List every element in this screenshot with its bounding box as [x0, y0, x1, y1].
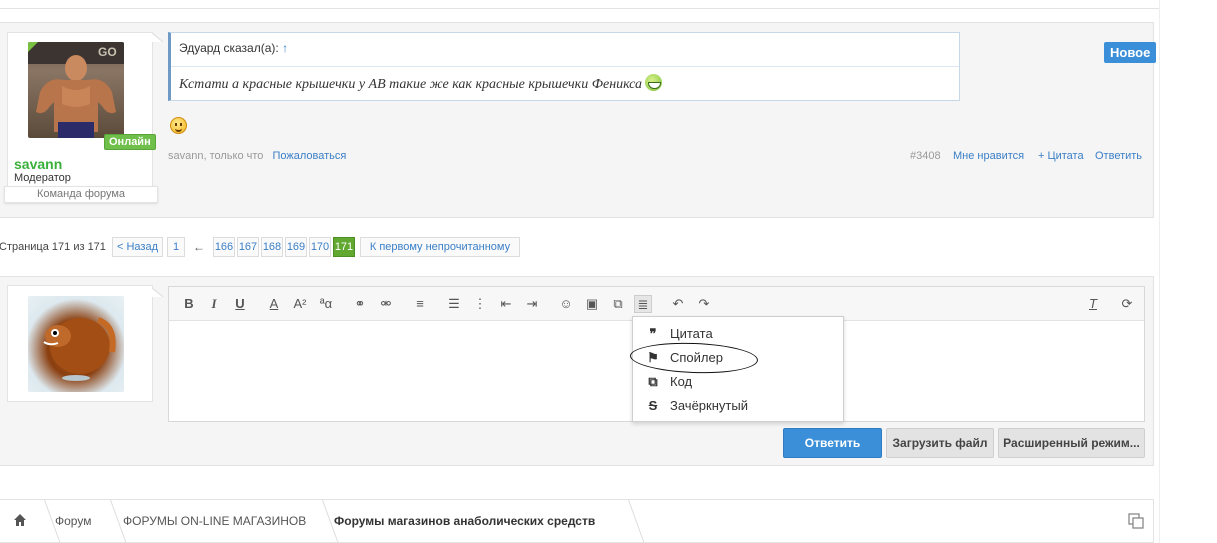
user-card-pointer: [151, 287, 164, 297]
code-icon: ⧉: [648, 374, 658, 389]
username-link[interactable]: savann: [14, 156, 62, 172]
user-card-pointer: [151, 32, 164, 42]
page-link[interactable]: 166: [213, 237, 235, 257]
home-icon[interactable]: [13, 513, 27, 527]
bold-icon[interactable]: B: [180, 295, 198, 313]
breadcrumb-separator: [617, 500, 645, 542]
quote-author: Эдуард сказал(а):: [179, 41, 279, 55]
smilies-icon[interactable]: ☺: [557, 295, 575, 313]
numbered-list-icon[interactable]: ⋮: [471, 295, 489, 313]
text-color-icon[interactable]: A: [265, 295, 283, 313]
indent-icon[interactable]: ⇥: [523, 295, 541, 313]
post-author-time: savann, только что: [168, 150, 264, 162]
menu-item-strikethrough[interactable]: S Зачёркнутый: [633, 394, 843, 418]
menu-item-quote[interactable]: ❞ Цитата: [633, 322, 843, 346]
advanced-mode-button[interactable]: Расширенный режим...: [998, 428, 1145, 458]
breadcrumb: Форум ФОРУМЫ ON-LINE МАГАЗИНОВ Форумы ма…: [0, 499, 1154, 543]
page-link[interactable]: 170: [309, 237, 331, 257]
quote-divider: [171, 66, 959, 67]
page-link[interactable]: 168: [261, 237, 283, 257]
svg-text:GO: GO: [98, 45, 117, 59]
quote-source-link[interactable]: ↑: [282, 41, 288, 55]
undo-icon[interactable]: ↶: [669, 295, 687, 313]
breadcrumb-item-forum[interactable]: Форум: [55, 500, 91, 542]
prev-page-button[interactable]: < Назад: [112, 237, 163, 257]
smile-smiley-icon: [170, 117, 187, 134]
bodybuilder-photo-icon: GO: [28, 42, 124, 138]
status-corner: [28, 42, 38, 52]
upload-file-button[interactable]: Загрузить файл: [886, 428, 994, 458]
user-role: Модератор: [14, 172, 71, 184]
first-unread-button[interactable]: К первому непрочитанному: [360, 237, 520, 257]
current-page: 171: [333, 237, 355, 257]
underline-icon[interactable]: U: [231, 295, 249, 313]
my-avatar[interactable]: [28, 296, 124, 392]
media-icon[interactable]: ⧉: [609, 295, 627, 313]
page-link-1[interactable]: 1: [167, 237, 185, 257]
redo-icon[interactable]: ↷: [695, 295, 713, 313]
quote-link[interactable]: + Цитата: [1038, 150, 1084, 162]
quote-header: Эдуард сказал(а): ↑: [179, 41, 288, 55]
team-badge: Команда форума: [4, 186, 158, 203]
strikethrough-icon: S: [648, 398, 658, 413]
like-link[interactable]: Мне нравится: [953, 150, 1024, 162]
page-counter: Страница 171 из 171: [0, 241, 106, 253]
menu-item-label: Код: [670, 374, 693, 389]
squirrel-avatar-icon: [43, 317, 116, 381]
reply-link[interactable]: Ответить: [1095, 150, 1142, 162]
quote-icon: ❞: [649, 326, 657, 341]
quote-block: Эдуард сказал(а): ↑ Кстати а красные кры…: [168, 32, 960, 101]
breadcrumb-item-current[interactable]: Форумы магазинов анаболических средств: [334, 500, 595, 542]
font-size-icon[interactable]: A²: [291, 295, 309, 313]
quote-text-content: Кстати а красные крышечки у АВ такие же …: [179, 77, 643, 92]
remove-format-icon[interactable]: T: [1084, 295, 1102, 313]
breadcrumb-item-online-shops[interactable]: ФОРУМЫ ON-LINE МАГАЗИНОВ: [123, 500, 306, 542]
align-icon[interactable]: ≡: [411, 295, 429, 313]
post-meta: savann, только что Пожаловаться: [168, 150, 346, 162]
quote-text: Кстати а красные крышечки у АВ такие же …: [179, 74, 663, 93]
top-divider: [0, 0, 1160, 9]
reply-submit-button[interactable]: Ответить: [783, 428, 882, 458]
menu-item-label: Зачёркнутый: [670, 398, 748, 413]
image-icon[interactable]: ▣: [583, 295, 601, 313]
new-badge: Новое: [1104, 42, 1157, 63]
menu-item-code[interactable]: ⧉ Код: [633, 370, 843, 394]
grin-smiley-icon: [645, 74, 663, 91]
insert-menu-icon[interactable]: ≣: [634, 295, 652, 313]
post-number[interactable]: #3408: [910, 150, 941, 162]
font-family-icon[interactable]: ªα: [317, 295, 335, 313]
report-link[interactable]: Пожаловаться: [272, 150, 346, 162]
online-badge: Онлайн: [104, 134, 156, 150]
page-jump-arrow[interactable]: ←: [193, 240, 205, 254]
page-edge: [1159, 0, 1160, 543]
link-icon[interactable]: ⚭: [351, 295, 369, 313]
outdent-icon[interactable]: ⇤: [497, 295, 515, 313]
avatar[interactable]: GO: [28, 42, 124, 138]
unlink-icon[interactable]: ⚮: [377, 295, 395, 313]
page-link[interactable]: 169: [285, 237, 307, 257]
italic-icon[interactable]: I: [205, 295, 223, 313]
page-link[interactable]: 167: [237, 237, 259, 257]
copy-link-icon[interactable]: [1128, 513, 1144, 529]
bullet-list-icon[interactable]: ☰: [445, 295, 463, 313]
drafts-icon[interactable]: ⟳: [1118, 295, 1136, 313]
